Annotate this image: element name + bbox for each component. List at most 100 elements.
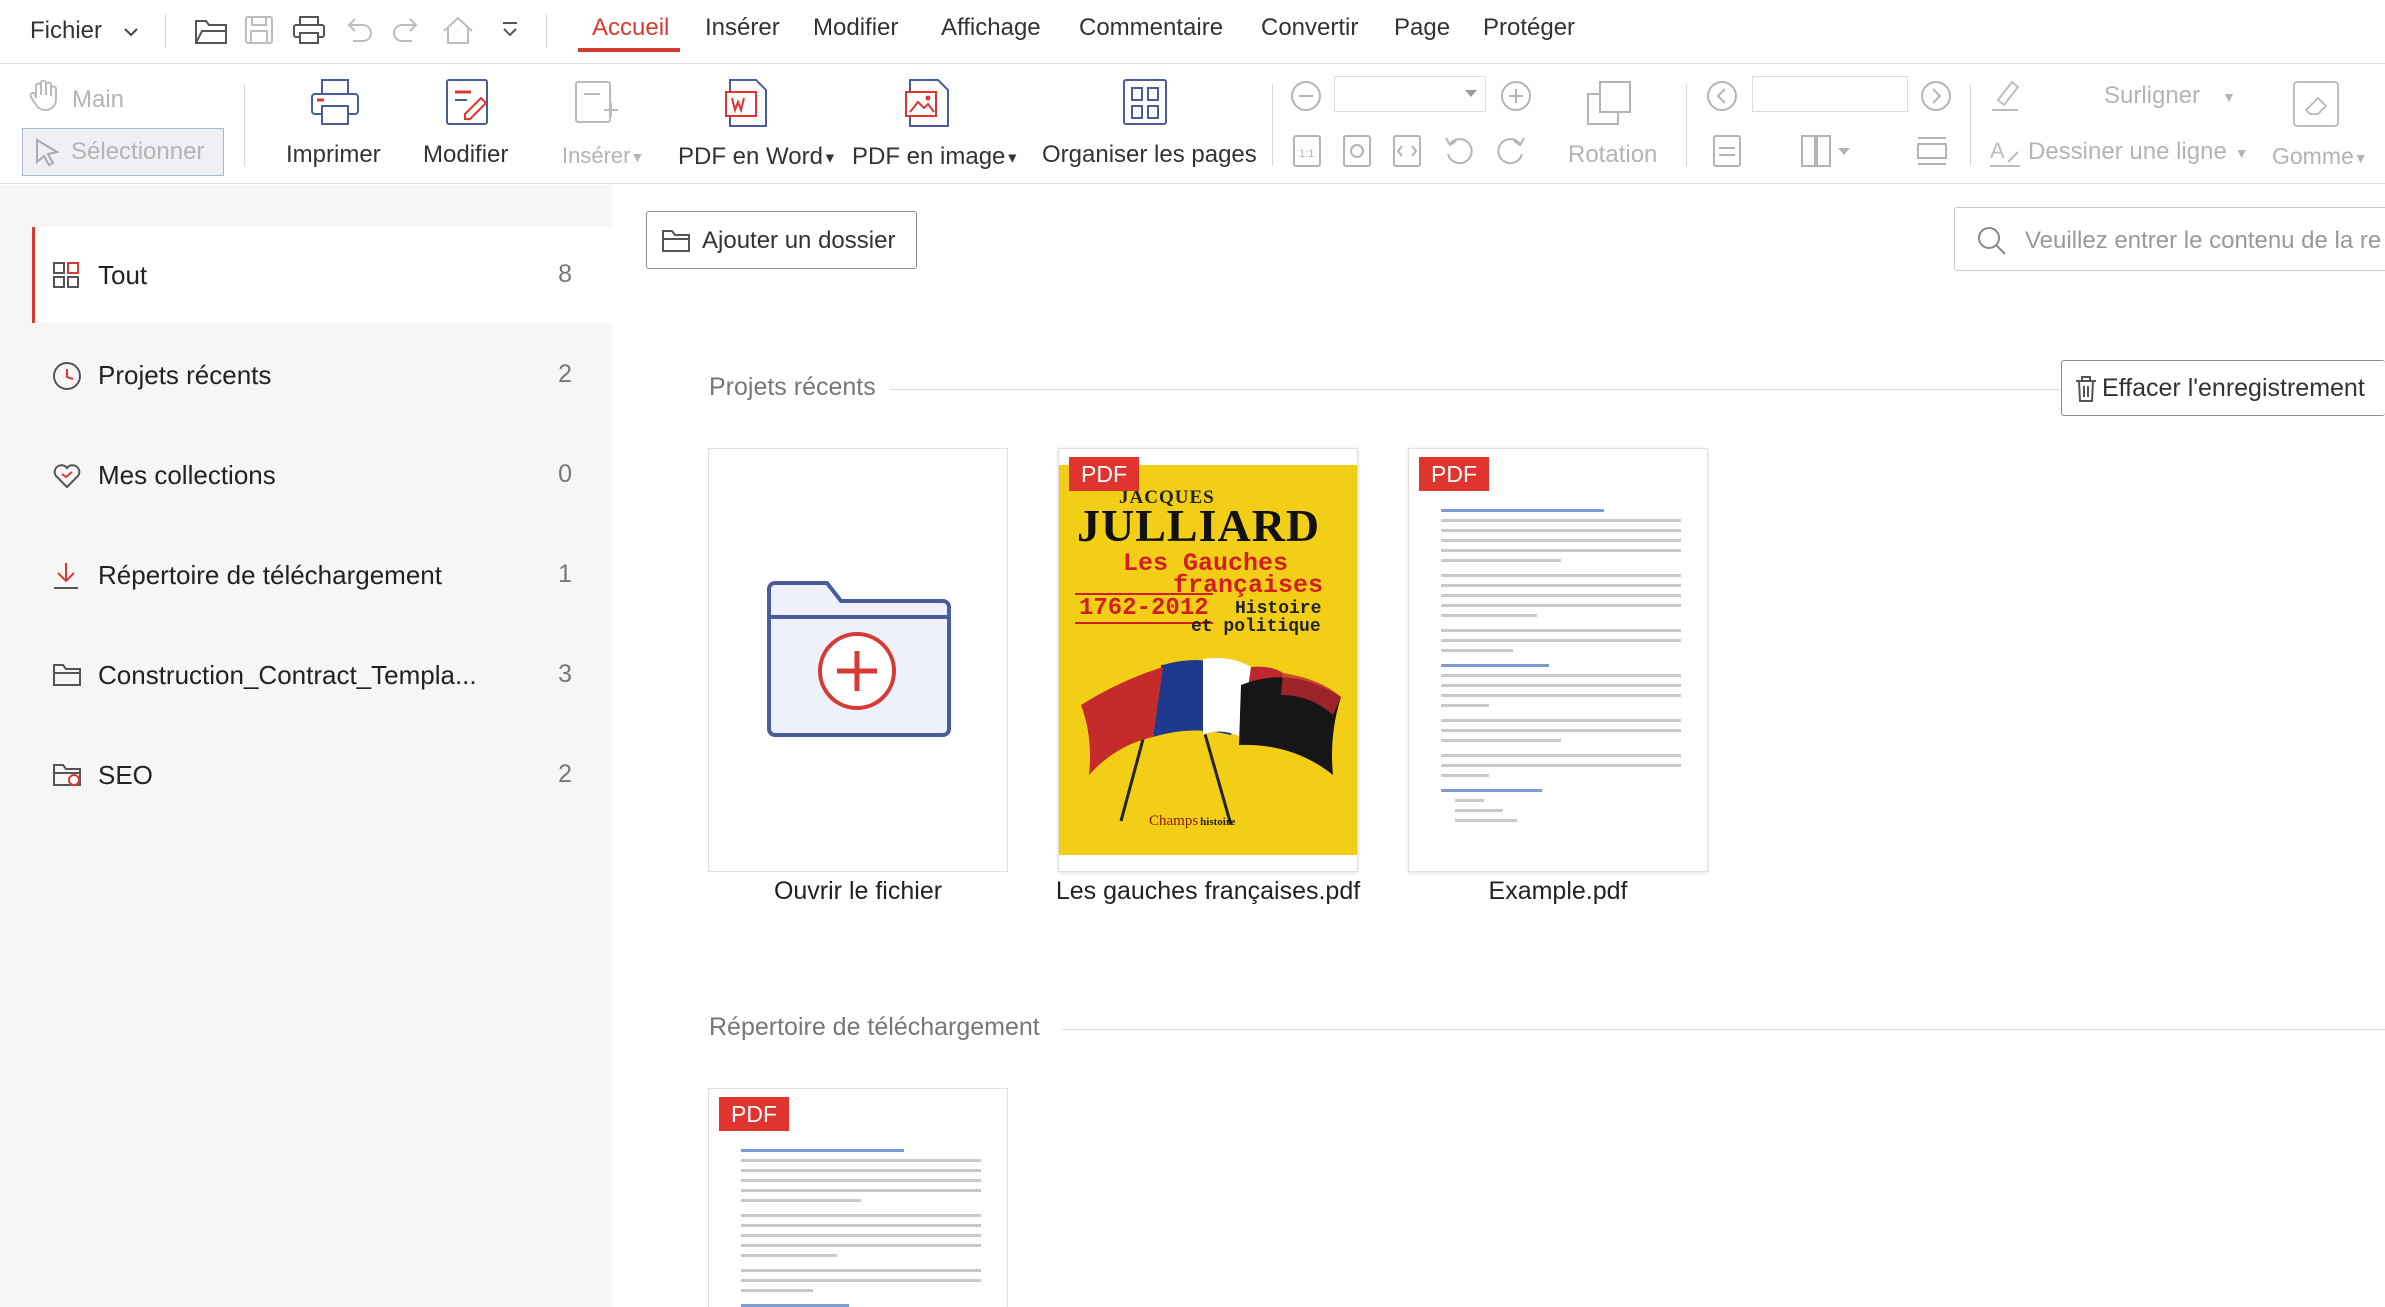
hand-icon [28,80,62,112]
sidebar-item-count: 0 [558,460,572,488]
tab-accueil[interactable]: Accueil [592,14,669,42]
open-folder-icon[interactable] [194,15,228,45]
edit-button[interactable]: Modifier [418,74,522,174]
download-icon [52,561,80,591]
book-publisher-name: Champs [1149,813,1199,829]
highlighter-icon [1988,78,2022,114]
search-input[interactable]: Veuillez entrer le contenu de la re [2025,227,2381,255]
add-folder-large-icon [765,579,953,741]
folder-icon [52,761,84,789]
sidebar-item-tout[interactable]: Tout 8 [32,227,612,323]
svg-text:1:1: 1:1 [1299,148,1314,160]
undo-icon[interactable] [343,15,373,45]
tab-proteger[interactable]: Protéger [1483,14,1575,42]
file-menu-label: Fichier [30,17,103,44]
zoom-out-icon[interactable] [1290,80,1322,112]
sidebar-item-count: 3 [558,660,572,688]
pdf-card-gauches[interactable]: JACQUES JULLIARD Les Gauches françaises … [1058,448,1358,872]
rotation-label: Rotation [1568,141,1658,168]
redo-icon[interactable] [392,15,422,45]
sidebar-item-seo[interactable]: SEO 2 [32,727,612,823]
tab-page[interactable]: Page [1394,14,1450,42]
highlight-button[interactable]: Surligner ▼ [1984,76,2254,120]
page-number-input[interactable] [1752,76,1908,112]
tab-commentaire[interactable]: Commentaire [1079,14,1223,42]
tab-convertir[interactable]: Convertir [1261,14,1358,42]
pdf-to-word-text: PDF en Word [678,143,823,170]
select-tool-button[interactable]: Sélectionner [22,128,224,176]
print-label: Imprimer [286,141,381,168]
sidebar-item-count: 2 [558,760,572,788]
file-menu[interactable]: Fichier [30,17,139,45]
image-doc-icon [904,78,954,130]
search-box[interactable]: Veuillez entrer le contenu de la re [1954,207,2385,271]
fit-width-icon[interactable] [1392,134,1422,168]
save-icon[interactable] [244,15,274,45]
draw-line-label-text: Dessiner une ligne [2028,138,2227,165]
sidebar-item-count: 1 [558,560,572,588]
tab-inserer[interactable]: Insérer [705,14,780,42]
actual-size-icon[interactable]: 1:1 [1292,134,1322,168]
eraser-button[interactable]: Gomme▼ [2268,74,2385,174]
pdf-badge: PDF [719,1097,789,1131]
pdf-to-word-button[interactable]: PDF en Word▼ [672,74,837,174]
clear-history-button[interactable]: Effacer l'enregistrement [2061,360,2385,416]
tab-affichage[interactable]: Affichage [941,14,1041,42]
pdf-card-download[interactable]: PDF [708,1088,1008,1307]
sidebar-item-projets-recents[interactable]: Projets récents 2 [32,327,612,423]
insert-page-icon [574,80,620,126]
rotate-right-icon[interactable] [1494,134,1528,168]
add-folder-icon [661,227,691,253]
rotation-button[interactable]: Rotation [1560,74,1660,174]
highlight-label: Surligner ▼ [2104,82,2236,109]
next-page-icon[interactable] [1920,80,1952,112]
rotate-left-icon[interactable] [1442,134,1476,168]
heart-icon [52,461,82,489]
sidebar-item-count: 2 [558,360,572,388]
organize-pages-icon [1122,78,1170,128]
sidebar-item-telechargement[interactable]: Répertoire de téléchargement 1 [32,527,612,623]
pdf-card-example[interactable]: PDF [1408,448,1708,872]
customize-dropdown-icon[interactable] [500,20,520,40]
fit-page-icon[interactable] [1342,134,1372,168]
sidebar-item-label: Projets récents [98,360,272,390]
divider [890,389,2060,390]
open-file-card[interactable] [708,448,1008,872]
sidebar-item-mes-collections[interactable]: Mes collections 0 [32,427,612,523]
print-icon[interactable] [292,15,326,45]
add-folder-button[interactable]: Ajouter un dossier [646,211,917,269]
insert-button[interactable]: Insérer▼ [556,74,656,174]
eraser-icon [2292,80,2340,128]
scroll-mode-icon[interactable] [1916,134,1948,168]
zoom-level-select[interactable] [1334,76,1486,112]
card-caption: Example.pdf [1488,877,1628,905]
sidebar-item-label: SEO [98,760,153,790]
search-icon [1977,226,2007,256]
two-page-icon[interactable] [1800,134,1852,168]
recent-projects-title: Projets récents [709,373,876,401]
single-page-icon[interactable] [1712,134,1742,168]
draw-line-button[interactable]: A Dessiner une ligne ▼ [1984,132,2254,176]
previous-page-icon[interactable] [1706,80,1738,112]
rotate-page-icon [1586,80,1634,126]
sidebar-item-construction-contract[interactable]: Construction_Contract_Templa... 3 [32,627,612,723]
tab-modifier[interactable]: Modifier [813,14,898,42]
print-button[interactable]: Imprimer [278,74,394,174]
home-icon[interactable] [442,15,474,45]
pdf-badge: PDF [1069,457,1139,491]
svg-text:A: A [1990,138,2005,163]
active-item-indicator [32,227,35,323]
download-directory-title: Répertoire de téléchargement [709,1013,1040,1041]
zoom-in-icon[interactable] [1500,80,1532,112]
sidebar-item-label: Construction_Contract_Templa... [98,660,477,690]
edit-label: Modifier [423,141,509,168]
highlight-label-text: Surligner [2104,82,2201,109]
pdf-to-image-button[interactable]: PDF en image▼ [852,74,1032,174]
sidebar-item-label: Répertoire de téléchargement [98,560,442,590]
printer-icon [310,78,360,126]
eraser-label-text: Gomme [2272,143,2354,169]
folder-icon [52,661,82,687]
organize-pages-button[interactable]: Organiser les pages [1040,74,1257,174]
grid-icon [52,261,80,289]
card-caption: Ouvrir le fichier [773,877,943,905]
